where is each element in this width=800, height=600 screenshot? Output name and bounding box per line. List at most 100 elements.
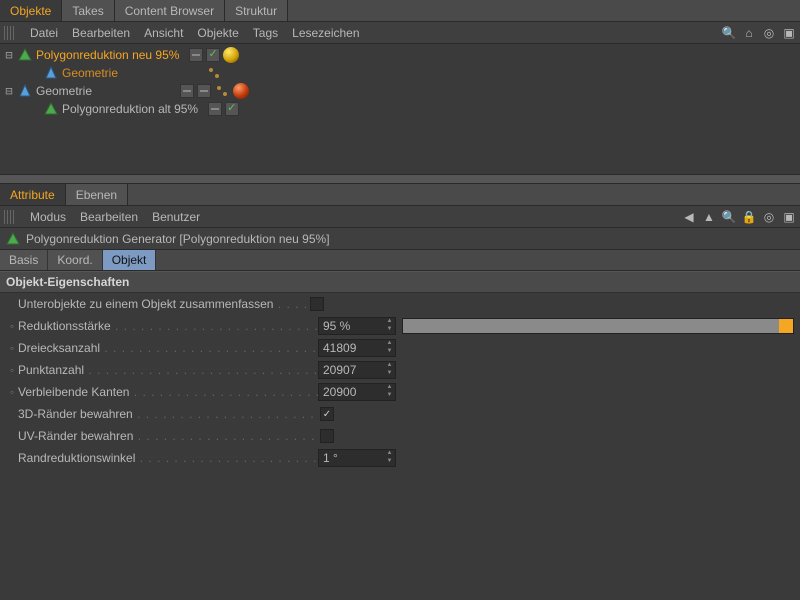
tris-input[interactable]: 41809▲▼ — [318, 339, 396, 357]
visibility-tag[interactable] — [208, 102, 222, 116]
prop-edges: ◦ Verbleibende Kanten 20900▲▼ — [0, 381, 800, 403]
subtab-koord[interactable]: Koord. — [48, 250, 102, 270]
spin-down-icon[interactable]: ▼ — [385, 370, 394, 378]
objects-tab-bar: Objekte Takes Content Browser Struktur — [0, 0, 800, 22]
grip-icon[interactable] — [4, 26, 14, 40]
prop-label: Randreduktionswinkel — [18, 451, 318, 465]
menu-datei[interactable]: Datei — [30, 26, 58, 40]
anim-dot-icon[interactable]: ◦ — [6, 385, 18, 399]
prop-label: Punktanzahl — [18, 363, 318, 377]
tab-struktur[interactable]: Struktur — [225, 0, 288, 21]
tree-item-label[interactable]: Geometrie — [36, 84, 176, 98]
tree-item-label[interactable]: Geometrie — [62, 66, 202, 80]
spin-up-icon[interactable]: ▲ — [385, 318, 394, 326]
search-icon[interactable]: 🔍 — [722, 210, 736, 224]
visibility-tag[interactable] — [180, 84, 194, 98]
prop-label: Reduktionsstärke — [18, 319, 318, 333]
objects-menubar: Datei Bearbeiten Ansicht Objekte Tags Le… — [0, 22, 800, 44]
tree-row[interactable]: ⊟ Polygonreduktion neu 95% — [0, 46, 800, 64]
anim-dot-icon[interactable]: ◦ — [6, 363, 18, 377]
tree-item-label[interactable]: Polygonreduktion neu 95% — [36, 48, 185, 62]
expand-icon[interactable]: ▣ — [782, 210, 796, 224]
prop-angle: Randreduktionswinkel 1 °▲▼ — [0, 447, 800, 469]
expand-toggle-icon[interactable]: ⊟ — [4, 84, 14, 98]
subtab-basis[interactable]: Basis — [0, 250, 48, 270]
merge-checkbox[interactable] — [310, 297, 324, 311]
reduction-slider[interactable] — [402, 318, 794, 334]
menu-bearbeiten2[interactable]: Bearbeiten — [80, 210, 138, 224]
spin-down-icon[interactable]: ▼ — [385, 392, 394, 400]
tree-row[interactable]: Geometrie — [0, 64, 800, 82]
sphere-gold-icon[interactable] — [223, 47, 239, 63]
object-tree: ⊟ Polygonreduktion neu 95% Geometrie ⊟ Geome… — [0, 44, 800, 174]
prop-label: Verbleibende Kanten — [18, 385, 318, 399]
menu-modus[interactable]: Modus — [30, 210, 66, 224]
panel-divider[interactable] — [0, 174, 800, 184]
tab-content-browser[interactable]: Content Browser — [115, 0, 225, 21]
menu-ansicht[interactable]: Ansicht — [144, 26, 183, 40]
visibility-tag[interactable] — [206, 48, 220, 62]
subtab-objekt[interactable]: Objekt — [103, 250, 157, 270]
spin-up-icon[interactable]: ▲ — [385, 340, 394, 348]
menu-objekte[interactable]: Objekte — [197, 26, 238, 40]
keep3d-checkbox[interactable] — [320, 407, 334, 421]
sphere-red-icon[interactable] — [233, 83, 249, 99]
prop-keepuv: UV-Ränder bewahren — [0, 425, 800, 447]
menu-lesezeichen[interactable]: Lesezeichen — [292, 26, 359, 40]
anim-dot-icon[interactable]: ◦ — [6, 341, 18, 355]
angle-input[interactable]: 1 °▲▼ — [318, 449, 396, 467]
tree-row[interactable]: Polygonreduktion alt 95% — [0, 100, 800, 118]
search-icon[interactable]: 🔍 — [722, 26, 736, 40]
edges-input[interactable]: 20900▲▼ — [318, 383, 396, 401]
section-title: Objekt-Eigenschaften — [0, 271, 800, 293]
tab-objekte[interactable]: Objekte — [0, 0, 62, 21]
target-icon[interactable]: ◎ — [762, 210, 776, 224]
slider-handle[interactable] — [779, 319, 793, 333]
nav-up-icon[interactable]: ▲ — [702, 210, 716, 224]
visibility-tag[interactable] — [189, 48, 203, 62]
spin-up-icon[interactable]: ▲ — [385, 450, 394, 458]
reduction-input[interactable]: 95 %▲▼ — [318, 317, 396, 335]
spin-up-icon[interactable]: ▲ — [385, 384, 394, 392]
home-icon[interactable]: ⌂ — [742, 26, 756, 40]
poly-icon — [17, 47, 33, 63]
attribute-tab-bar: Attribute Ebenen — [0, 184, 800, 206]
menu-bearbeiten[interactable]: Bearbeiten — [72, 26, 130, 40]
attribute-title: Polygonreduktion Generator [Polygonreduk… — [26, 232, 330, 246]
cone-icon — [43, 65, 59, 81]
tab-attribute[interactable]: Attribute — [0, 184, 66, 205]
tab-ebenen[interactable]: Ebenen — [66, 184, 128, 205]
attribute-subtabs: Basis Koord. Objekt — [0, 250, 800, 271]
lock-icon[interactable]: 🔒 — [742, 210, 756, 224]
tab-takes[interactable]: Takes — [62, 0, 114, 21]
prop-label: Dreiecksanzahl — [18, 341, 318, 355]
grip-icon[interactable] — [4, 210, 14, 224]
visibility-tag[interactable] — [197, 84, 211, 98]
poly-icon — [43, 101, 59, 117]
prop-points: ◦ Punktanzahl 20907▲▼ — [0, 359, 800, 381]
expand-icon[interactable]: ▣ — [782, 26, 796, 40]
expand-toggle-icon[interactable]: ⊟ — [4, 48, 14, 62]
nav-back-icon[interactable]: ◀ — [682, 210, 696, 224]
visibility-tag[interactable] — [225, 102, 239, 116]
prop-keep3d: 3D-Ränder bewahren — [0, 403, 800, 425]
attribute-menubar: Modus Bearbeiten Benutzer ◀ ▲ 🔍 🔒 ◎ ▣ — [0, 206, 800, 228]
tree-row[interactable]: ⊟ Geometrie — [0, 82, 800, 100]
dots-icon[interactable] — [206, 65, 222, 81]
dots-icon[interactable] — [214, 83, 230, 99]
points-input[interactable]: 20907▲▼ — [318, 361, 396, 379]
spin-down-icon[interactable]: ▼ — [385, 348, 394, 356]
poly-icon — [6, 232, 20, 246]
menu-benutzer[interactable]: Benutzer — [152, 210, 200, 224]
keepuv-checkbox[interactable] — [320, 429, 334, 443]
prop-merge: Unterobjekte zu einem Objekt zusammenfas… — [0, 293, 800, 315]
spin-down-icon[interactable]: ▼ — [385, 326, 394, 334]
spin-down-icon[interactable]: ▼ — [385, 458, 394, 466]
eye-icon[interactable]: ◎ — [762, 26, 776, 40]
menu-tags[interactable]: Tags — [253, 26, 278, 40]
spin-up-icon[interactable]: ▲ — [385, 362, 394, 370]
tree-item-label[interactable]: Polygonreduktion alt 95% — [62, 102, 204, 116]
prop-label: Unterobjekte zu einem Objekt zusammenfas… — [18, 297, 308, 311]
cone-icon — [17, 83, 33, 99]
anim-dot-icon[interactable]: ◦ — [6, 319, 18, 333]
